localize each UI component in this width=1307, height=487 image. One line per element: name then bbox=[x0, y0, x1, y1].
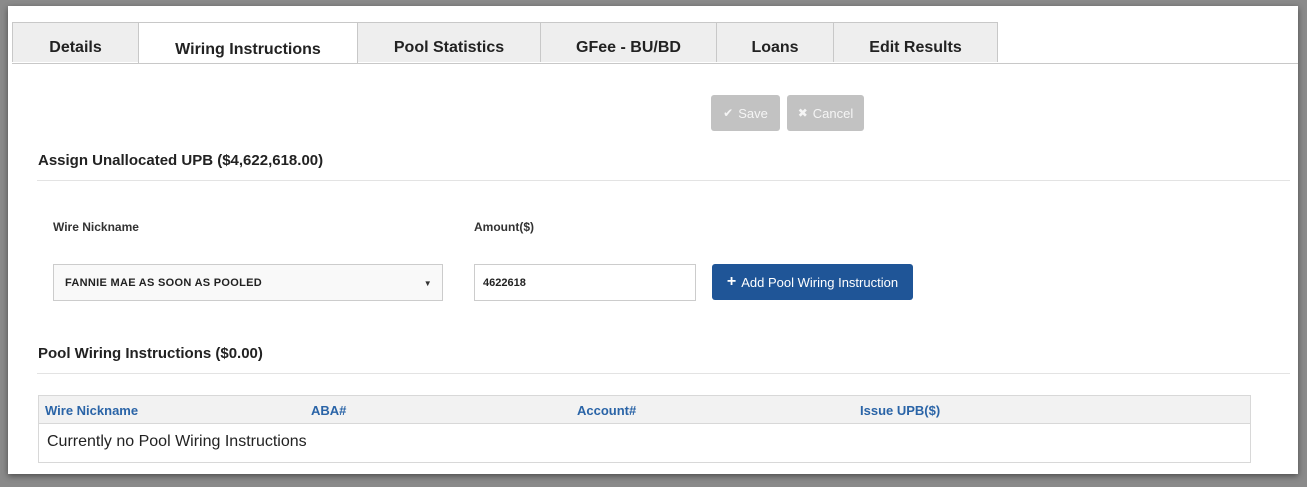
col-wire-nickname[interactable]: Wire Nickname bbox=[45, 403, 138, 418]
tab-gfee-bu-bd[interactable]: GFee - BU/BD bbox=[540, 22, 717, 62]
col-aba[interactable]: ABA# bbox=[311, 403, 346, 418]
col-account[interactable]: Account# bbox=[577, 403, 636, 418]
wire-nickname-select[interactable]: FANNIE MAE AS SOON AS POOLED ▼ bbox=[53, 264, 443, 301]
cancel-button[interactable]: ✖ Cancel bbox=[787, 95, 864, 131]
tab-loans[interactable]: Loans bbox=[716, 22, 834, 62]
tab-edit-results[interactable]: Edit Results bbox=[833, 22, 998, 62]
check-icon: ✔ bbox=[723, 106, 734, 120]
tab-pool-statistics[interactable]: Pool Statistics bbox=[357, 22, 541, 62]
tab-divider bbox=[12, 63, 1298, 64]
col-issue-upb[interactable]: Issue UPB($) bbox=[860, 403, 940, 418]
tab-bar: Details Wiring Instructions Pool Statist… bbox=[12, 22, 998, 64]
add-pool-wiring-instruction-button[interactable]: + Add Pool Wiring Instruction bbox=[712, 264, 913, 300]
plus-icon: + bbox=[726, 273, 737, 290]
cancel-button-label: Cancel bbox=[812, 105, 854, 121]
divider bbox=[37, 373, 1290, 374]
pool-wiring-table: Wire Nickname ABA# Account# Issue UPB($)… bbox=[38, 395, 1251, 463]
app-window: Details Wiring Instructions Pool Statist… bbox=[8, 6, 1298, 474]
amount-input[interactable]: 4622618 bbox=[474, 264, 696, 301]
table-header: Wire Nickname ABA# Account# Issue UPB($) bbox=[39, 396, 1250, 424]
x-icon: ✖ bbox=[797, 106, 808, 120]
empty-table-message: Currently no Pool Wiring Instructions bbox=[47, 433, 307, 450]
assign-upb-title: Assign Unallocated UPB ($4,622,618.00) bbox=[38, 152, 324, 169]
save-button-label: Save bbox=[738, 105, 768, 121]
pool-wiring-title: Pool Wiring Instructions ($0.00) bbox=[38, 345, 263, 362]
tab-wiring-instructions[interactable]: Wiring Instructions bbox=[138, 22, 358, 64]
amount-label: Amount($) bbox=[474, 220, 534, 234]
add-button-label: Add Pool Wiring Instruction bbox=[741, 274, 899, 290]
save-button[interactable]: ✔ Save bbox=[711, 95, 780, 131]
wire-nickname-label: Wire Nickname bbox=[53, 220, 139, 234]
caret-down-icon: ▼ bbox=[423, 279, 432, 288]
wire-nickname-selected: FANNIE MAE AS SOON AS POOLED bbox=[65, 276, 263, 289]
divider bbox=[37, 180, 1290, 181]
tab-details[interactable]: Details bbox=[12, 22, 139, 62]
